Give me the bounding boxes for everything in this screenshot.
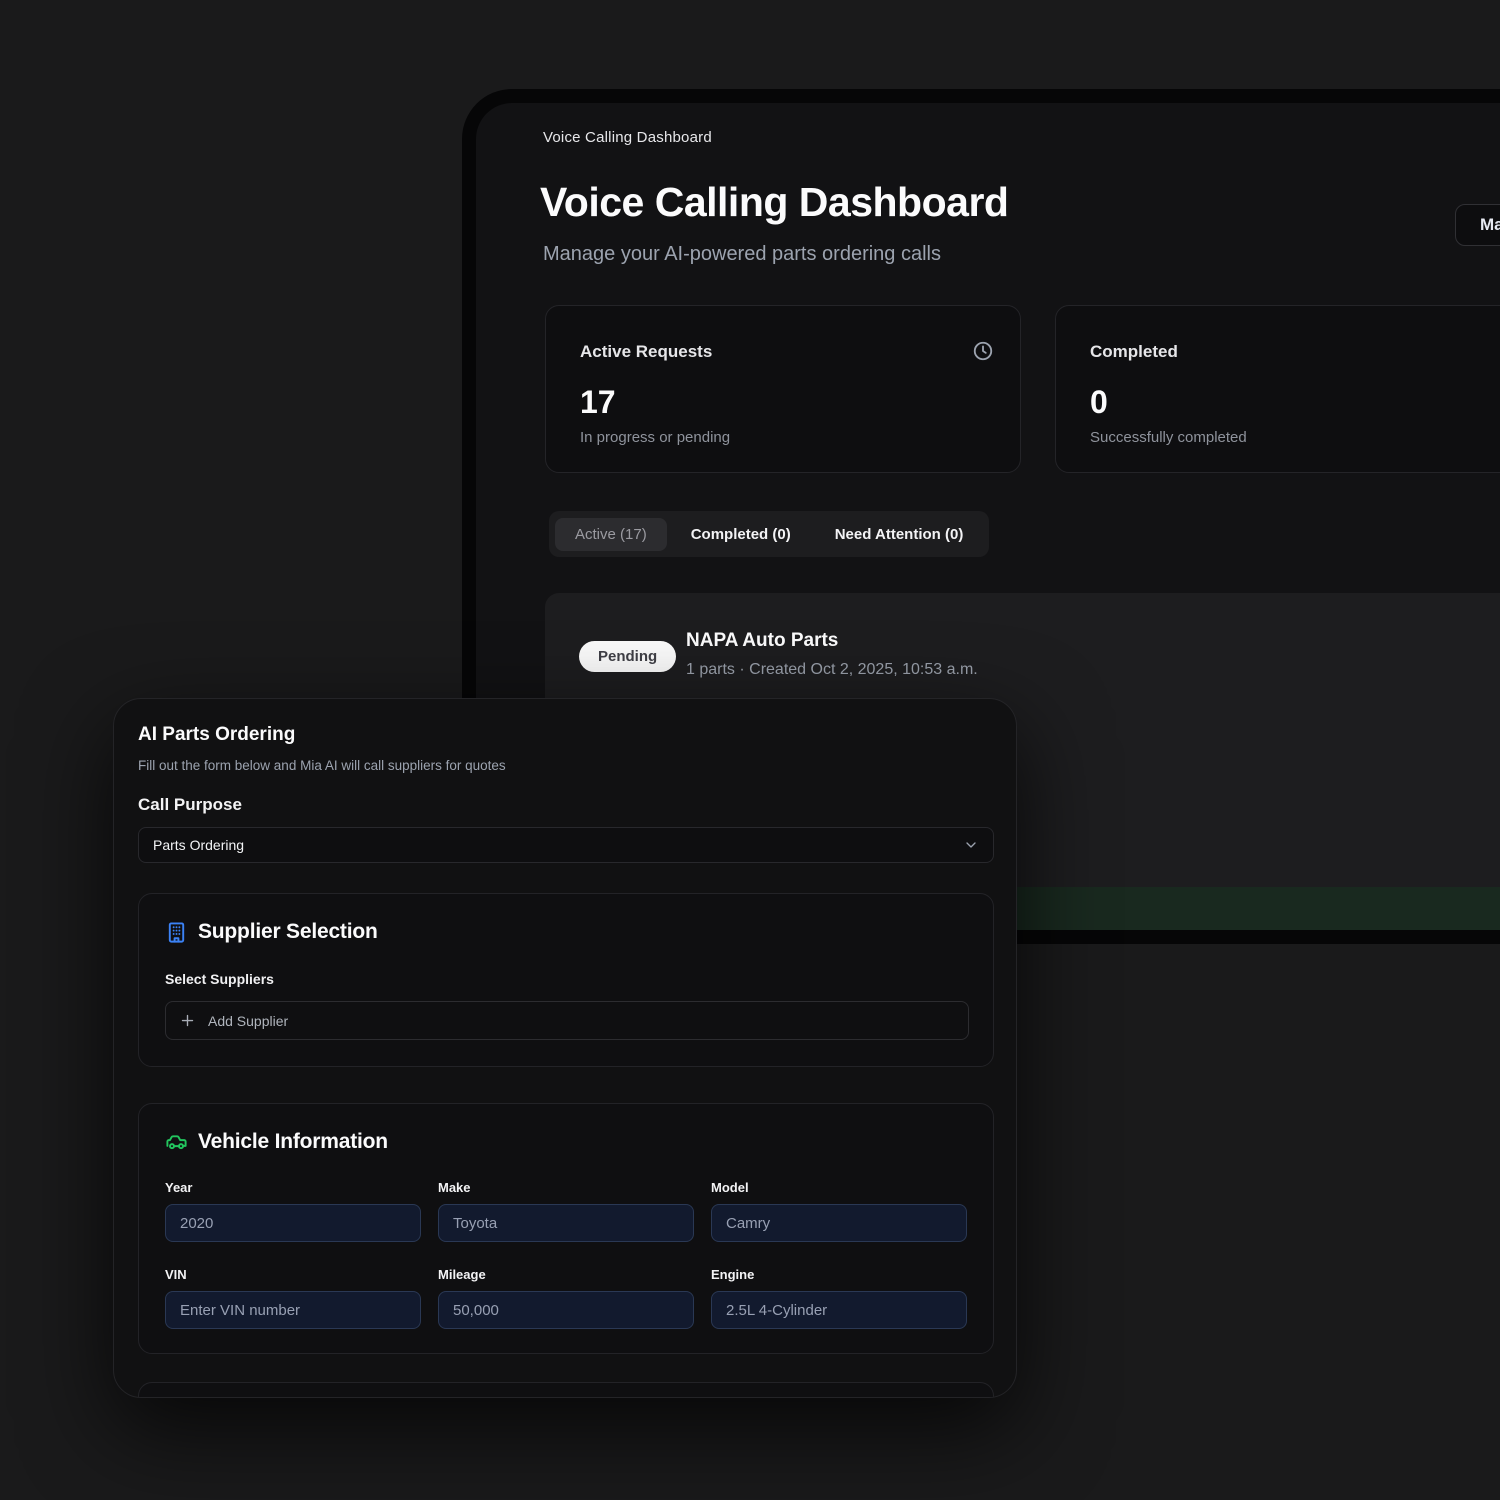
vehicle-fields-grid: Year Make Model VIN Mileage Engine: [165, 1180, 967, 1329]
make-call-button[interactable]: Ma: [1455, 204, 1500, 246]
supplier-selection-section: Supplier Selection Select Suppliers Add …: [138, 893, 994, 1067]
call-purpose-label: Call Purpose: [138, 795, 992, 815]
stat-value: 17: [580, 384, 986, 421]
select-suppliers-label: Select Suppliers: [165, 971, 967, 987]
stat-value: 0: [1090, 384, 1500, 421]
car-icon: [165, 1131, 188, 1154]
modal-title: AI Parts Ordering: [138, 724, 992, 746]
field-engine: Engine: [711, 1267, 967, 1329]
building-icon: [165, 921, 188, 944]
tab-need-attention[interactable]: Need Attention (0): [815, 518, 984, 551]
request-tabs: Active (17) Completed (0) Need Attention…: [549, 511, 989, 557]
field-label: Mileage: [438, 1267, 694, 1282]
stat-description: Successfully completed: [1090, 429, 1500, 446]
make-input[interactable]: [438, 1204, 694, 1242]
stat-label: Active Requests: [580, 342, 986, 362]
call-purpose-select[interactable]: Parts Ordering: [138, 827, 994, 863]
field-label: Model: [711, 1180, 967, 1195]
vin-input[interactable]: [165, 1291, 421, 1329]
ai-parts-ordering-modal: AI Parts Ordering Fill out the form belo…: [113, 698, 1017, 1398]
field-label: Make: [438, 1180, 694, 1195]
modal-subtitle: Fill out the form below and Mia AI will …: [138, 758, 992, 773]
field-mileage: Mileage: [438, 1267, 694, 1329]
model-input[interactable]: [711, 1204, 967, 1242]
field-label: VIN: [165, 1267, 421, 1282]
tab-completed[interactable]: Completed (0): [671, 518, 811, 551]
chevron-down-icon: [963, 837, 979, 853]
field-label: Year: [165, 1180, 421, 1195]
clock-icon: [972, 340, 994, 362]
page-subtitle: Manage your AI-powered parts ordering ca…: [543, 243, 941, 266]
mileage-input[interactable]: [438, 1291, 694, 1329]
field-label: Engine: [711, 1267, 967, 1282]
stat-card-completed: Completed 0 Successfully completed: [1055, 305, 1500, 473]
tab-active[interactable]: Active (17): [555, 518, 667, 551]
page-eyebrow: Voice Calling Dashboard: [543, 129, 712, 146]
call-purpose-value: Parts Ordering: [153, 837, 244, 853]
section-title-row: Supplier Selection: [165, 920, 967, 944]
section-title-row: Vehicle Information: [165, 1130, 967, 1154]
request-meta: 1 parts · Created Oct 2, 2025, 10:53 a.m…: [686, 661, 978, 679]
next-section-partial-card: [138, 1382, 994, 1398]
section-title: Supplier Selection: [198, 920, 378, 944]
stat-card-active-requests: Active Requests 17 In progress or pendin…: [545, 305, 1021, 473]
field-make: Make: [438, 1180, 694, 1242]
field-vin: VIN: [165, 1267, 421, 1329]
page-title: Voice Calling Dashboard: [540, 179, 1008, 226]
field-year: Year: [165, 1180, 421, 1242]
vehicle-information-section: Vehicle Information Year Make Model VIN …: [138, 1103, 994, 1354]
stat-label: Completed: [1090, 342, 1500, 362]
status-badge: Pending: [579, 641, 676, 672]
field-model: Model: [711, 1180, 967, 1242]
request-supplier-name: NAPA Auto Parts: [686, 630, 838, 652]
engine-input[interactable]: [711, 1291, 967, 1329]
plus-icon: [180, 1013, 195, 1028]
add-supplier-label: Add Supplier: [208, 1013, 288, 1029]
stat-description: In progress or pending: [580, 429, 986, 446]
stats-row: Active Requests 17 In progress or pendin…: [545, 305, 1500, 473]
year-input[interactable]: [165, 1204, 421, 1242]
add-supplier-button[interactable]: Add Supplier: [165, 1001, 969, 1040]
section-title: Vehicle Information: [198, 1130, 388, 1154]
